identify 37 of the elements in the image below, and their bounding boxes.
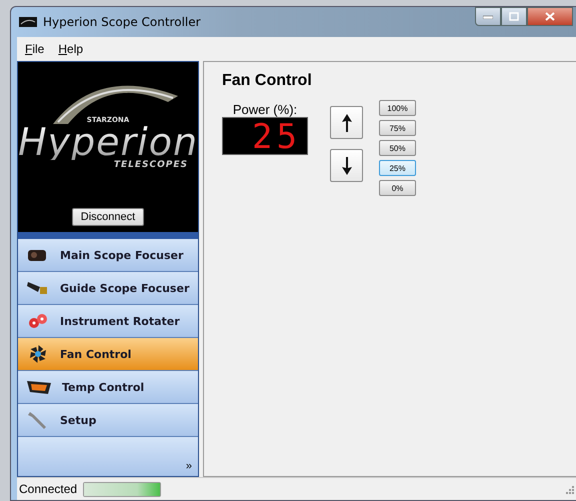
preset-button[interactable]: 25% [379, 160, 416, 176]
menu-item[interactable]: Help [58, 42, 84, 56]
nav-item[interactable]: Instrument Rotater [18, 305, 198, 338]
minimize-button[interactable] [475, 7, 501, 26]
preset-button[interactable]: 0% [379, 180, 416, 196]
minimize-icon [483, 14, 493, 18]
window-title: Hyperion Scope Controller [43, 15, 201, 29]
maximize-icon [509, 12, 519, 21]
power-display: 25 [222, 117, 308, 155]
overflow-button[interactable]: » [184, 460, 194, 472]
app-icon [19, 17, 37, 27]
decrease-button[interactable] [330, 149, 363, 182]
power-label: Power (%): [232, 102, 298, 117]
increase-button[interactable] [330, 106, 363, 139]
heater-icon [26, 378, 52, 396]
nav-item[interactable]: Fan Control [18, 338, 198, 371]
scope-icon [26, 279, 50, 297]
gears-icon [26, 312, 50, 330]
logo-tagline: TELESCOPES [114, 160, 188, 170]
disconnect-button[interactable]: Disconnect [72, 208, 144, 226]
status-text: Connected [19, 482, 78, 496]
nav-item[interactable]: Temp Control [18, 371, 198, 404]
panel-title: Fan Control [222, 72, 313, 90]
nav-item[interactable]: Main Scope Focuser [18, 239, 198, 272]
preset-button[interactable]: 50% [379, 140, 416, 156]
preset-button[interactable]: 100% [379, 100, 416, 116]
down-arrow-icon [342, 156, 352, 174]
maximize-button[interactable] [501, 7, 527, 26]
up-arrow-icon [342, 114, 352, 132]
nav-item[interactable]: Guide Scope Focuser [18, 272, 198, 305]
splitter-grip[interactable] [18, 232, 198, 239]
close-icon [545, 12, 555, 21]
nav-item[interactable]: Setup [18, 404, 198, 437]
resize-grip-icon [564, 484, 574, 494]
menu-item[interactable]: File [25, 42, 44, 56]
close-button[interactable] [527, 7, 573, 26]
preset-button[interactable]: 75% [379, 120, 416, 136]
